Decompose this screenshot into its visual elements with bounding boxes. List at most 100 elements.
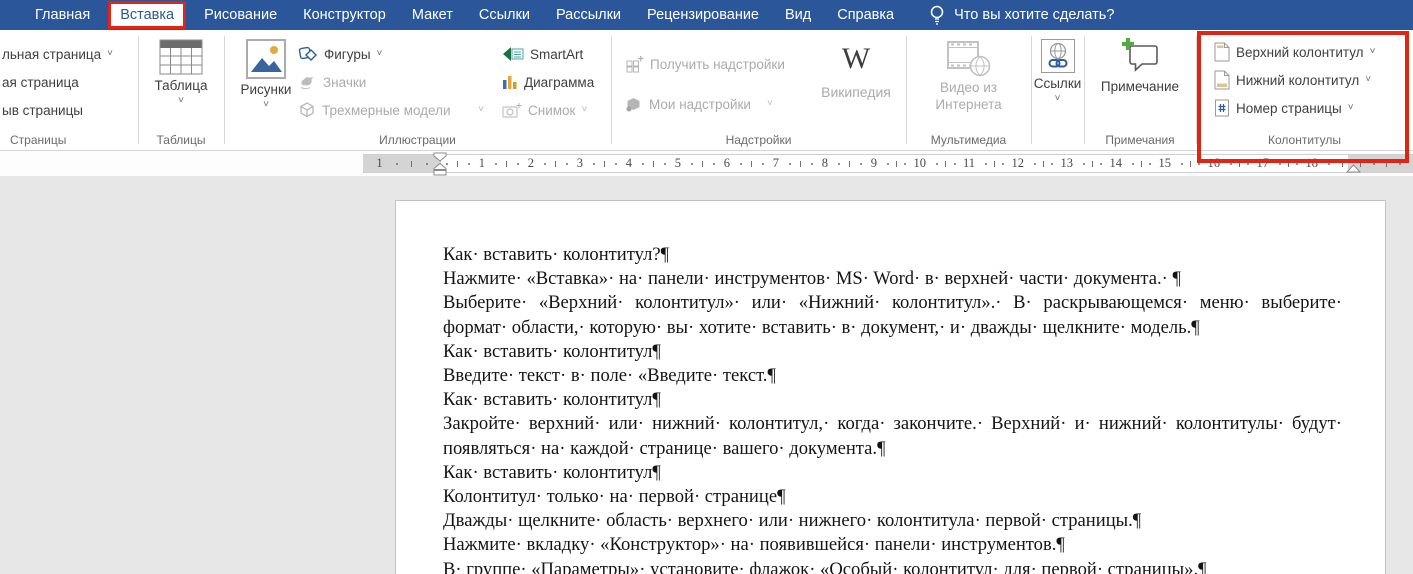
- my-addins-button-disabled: Мои надстройки ˅: [625, 92, 773, 116]
- tab-help[interactable]: Справка: [824, 0, 907, 30]
- document-line: Как· вставить· колонтитул¶: [443, 340, 1342, 364]
- illustrations-group-label: Иллюстрации: [224, 133, 611, 147]
- document-page[interactable]: Как· вставить· колонтитул?¶Нажмите· «Вст…: [395, 200, 1386, 574]
- first-line-indent-marker[interactable]: [433, 152, 448, 162]
- cover-page-button[interactable]: льная страница ˅: [2, 42, 113, 66]
- tab-design[interactable]: Конструктор: [290, 0, 399, 30]
- smartart-label: SmartArt: [530, 47, 583, 62]
- screenshot-button-disabled: Снимок ˅: [502, 98, 587, 122]
- ruler-number: 2: [528, 157, 534, 170]
- chevron-down-icon: ˅: [581, 105, 587, 115]
- ruler-number: 1: [479, 157, 485, 170]
- document-line: Выберите· «Верхний· колонтитул»· или· «Н…: [443, 291, 1342, 315]
- links-button[interactable]: Ссылки ˅: [1031, 39, 1084, 104]
- pages-group-label: Страницы: [0, 133, 138, 147]
- footer-button[interactable]: Нижний колонтитул ˅: [1214, 68, 1371, 92]
- document-line: Колонтитул· только· на· первой· странице…: [443, 485, 1342, 509]
- camera-icon: [502, 103, 522, 118]
- ruler-cm-cell: 12: [980, 157, 1029, 170]
- ruler-cm-cell: 16: [1176, 157, 1225, 170]
- tell-me-assistant[interactable]: Что вы хотите сделать?: [929, 4, 1114, 26]
- footer-page-icon: [1214, 70, 1230, 90]
- comment-button[interactable]: Примечание: [1084, 37, 1196, 94]
- get-addins-button-disabled: Получить надстройки: [625, 52, 785, 76]
- wikipedia-w-icon: W: [842, 44, 870, 74]
- online-video-icon: [946, 38, 992, 78]
- assistant-label: Что вы хотите сделать?: [954, 7, 1114, 23]
- ruler-cm-cell: 13: [1029, 157, 1078, 170]
- header-footer-group-label: Колонтитулы: [1196, 133, 1413, 147]
- ruler-cm-tail: [1323, 161, 1348, 167]
- group-pages: льная страница ˅ ая страница ыв страницы…: [0, 30, 138, 150]
- bar-chart-icon: [502, 74, 518, 90]
- ruler-number: 6: [724, 157, 730, 170]
- left-indent-marker[interactable]: [433, 163, 448, 176]
- ruler-cm-cell: 15: [1127, 157, 1176, 170]
- header-label: Верхний колонтитул: [1236, 45, 1364, 60]
- document-line: Нажмите· вкладку· «Конструктор»· на· поя…: [443, 533, 1342, 557]
- chart-button[interactable]: Диаграмма: [502, 70, 594, 94]
- tab-review[interactable]: Рецензирование: [634, 0, 772, 30]
- shapes-button[interactable]: Фигуры ˅: [298, 42, 498, 66]
- ruler-number: 3: [577, 157, 583, 170]
- chevron-down-icon: ˅: [1365, 75, 1371, 85]
- horizontal-ruler[interactable]: 1 1 2 3 4 5: [0, 151, 1413, 176]
- ruler-number: 1: [376, 157, 382, 170]
- ruler-cm-cells: 1 2 3 4 5 6 7: [441, 157, 1323, 170]
- 3d-models-button-disabled: Трехмерные модели ˅: [298, 98, 484, 122]
- comments-group-label: Примечания: [1084, 133, 1196, 147]
- tab-home[interactable]: Главная: [22, 0, 103, 30]
- group-comments: Примечание Примечания: [1084, 30, 1196, 150]
- pictures-label: Рисунки: [241, 82, 292, 97]
- cover-page-label: льная страница: [2, 47, 101, 62]
- document-line: Нажмите· «Вставка»· на· панели· инструме…: [443, 267, 1342, 291]
- lightbulb-icon: [929, 4, 945, 26]
- 3d-models-label: Трехмерные модели: [322, 103, 451, 118]
- page-break-button[interactable]: ыв страницы: [2, 98, 83, 122]
- icons-label: Значки: [323, 75, 366, 90]
- tab-draw[interactable]: Рисование: [191, 0, 290, 30]
- ruler-number: 16: [1207, 157, 1220, 170]
- online-video-label-line1: Видео из: [940, 80, 997, 95]
- tab-insert-selected-highlighted[interactable]: Вставка: [108, 1, 186, 29]
- pictures-button[interactable]: Рисунки ˅: [236, 39, 296, 110]
- page-number-icon: [1214, 98, 1230, 118]
- chevron-down-icon: ˅: [178, 96, 184, 106]
- footer-label: Нижний колонтитул: [1236, 73, 1359, 88]
- ruler-cm-cell: 3: [539, 157, 588, 170]
- chevron-down-icon: ˅: [1370, 47, 1376, 57]
- ruler-number: 4: [626, 157, 632, 170]
- ruler-number: 15: [1158, 157, 1171, 170]
- shapes-label: Фигуры: [324, 47, 371, 62]
- document-canvas: Как· вставить· колонтитул?¶Нажмите· «Вст…: [0, 176, 1413, 574]
- tab-layout[interactable]: Макет: [399, 0, 466, 30]
- ruler-text-area-segment: 1 2 3 4 5 6 7: [441, 154, 1348, 173]
- page-number-button[interactable]: Номер страницы ˅: [1214, 96, 1354, 120]
- shapes-icon: [298, 45, 318, 63]
- link-globe-icon: [1041, 39, 1075, 73]
- chevron-down-icon: ˅: [377, 49, 383, 59]
- picture-icon: [246, 39, 286, 79]
- addins-group-label: Надстройки: [611, 133, 906, 147]
- online-video-button-disabled: Видео из Интернета: [906, 38, 1031, 112]
- tab-mailings[interactable]: Рассылки: [543, 0, 634, 30]
- smartart-button[interactable]: SmartArt: [502, 42, 583, 66]
- my-addins-icon: [625, 97, 643, 112]
- tab-view[interactable]: Вид: [772, 0, 824, 30]
- online-video-label-line2: Интернета: [935, 97, 1001, 112]
- ruler-number: 5: [675, 157, 681, 170]
- chevron-down-icon: ˅: [263, 100, 269, 110]
- document-line: Введите· текст· в· поле· «Введите· текст…: [443, 364, 1342, 388]
- icons-button-disabled: Значки: [298, 70, 498, 94]
- ruler-cm-cell: 6: [686, 157, 735, 170]
- table-button[interactable]: Таблица ˅: [138, 39, 224, 106]
- chevron-down-icon: ˅: [107, 49, 113, 59]
- right-indent-marker[interactable]: [1346, 164, 1361, 173]
- blank-page-button[interactable]: ая страница: [2, 70, 79, 94]
- tab-references[interactable]: Ссылки: [466, 0, 543, 30]
- wikipedia-button-disabled: W Википедия: [811, 44, 901, 100]
- ruler-cm-cell: 14: [1078, 157, 1127, 170]
- ruler-cm-cell: 11: [931, 157, 980, 170]
- header-button[interactable]: Верхний колонтитул ˅: [1214, 40, 1375, 64]
- group-tables: Таблица ˅ Таблицы: [138, 30, 224, 150]
